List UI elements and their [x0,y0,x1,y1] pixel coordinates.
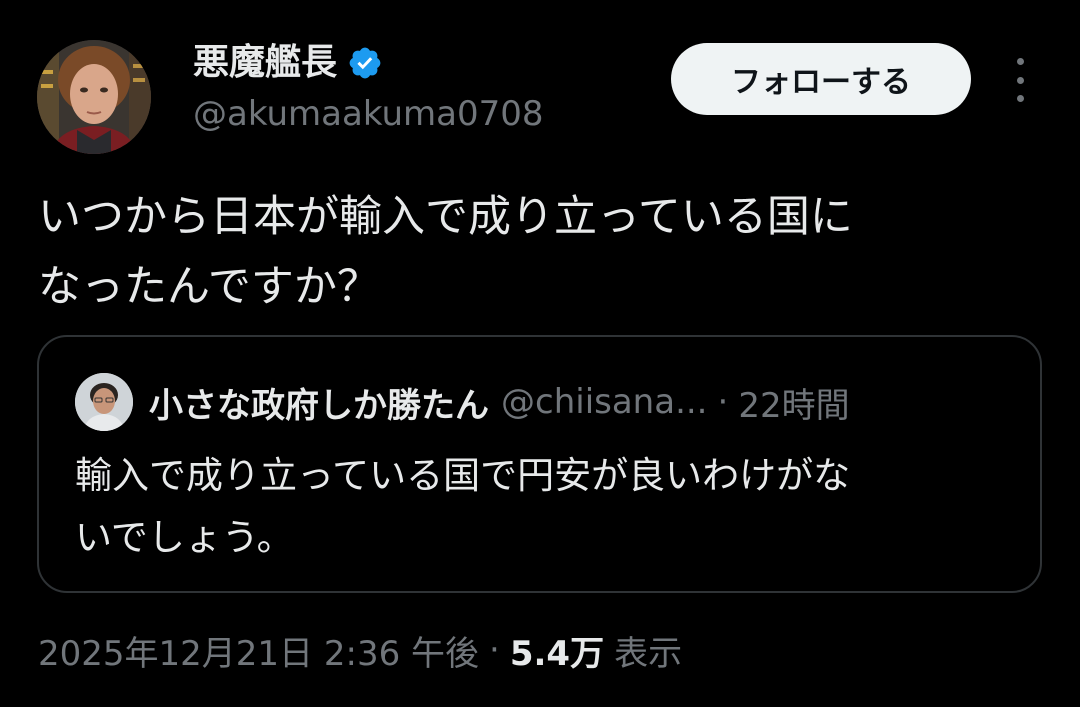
quote-tweet-card[interactable]: 小さな政府しか勝たん @chiisana... · 22時間 輸入で成り立ってい… [37,335,1042,593]
quote-author-name[interactable]: 小さな政府しか勝たん [149,378,489,427]
quote-author-avatar[interactable] [75,373,133,431]
quote-avatar-image [75,373,133,431]
tweet-text-line: いつから日本が輸入で成り立っている国に [38,192,853,242]
tweet-text-line: なったんですか？ [38,262,380,312]
author-display-name[interactable]: 悪魔艦長 [193,40,337,86]
tweet-meta: 2025年12月21日 2:36 午後 · 5.4万 表示 [38,622,682,678]
more-dot [1016,76,1024,84]
verified-badge-icon [349,47,381,79]
author-avatar-image [37,40,151,154]
author-avatar[interactable] [37,40,151,154]
follow-button[interactable]: フォローする [671,43,971,115]
quote-text-line: 輸入で成り立っている国で円安が良いわけがな [75,454,851,497]
more-dot [1016,95,1024,102]
more-vertical-icon[interactable] [1002,58,1038,102]
author-name-row: 悪魔艦長 [193,40,383,86]
meta-separator: · [489,630,500,670]
author-handle[interactable]: @akumaakuma0708 [193,92,544,136]
view-count: 5.4万 [509,633,605,674]
tweet-timestamp[interactable]: 2025年12月21日 2:36 午後 [38,626,479,675]
quote-text: 輸入で成り立っている国で円安が良いわけがな いでしょう。 [75,445,1015,569]
tweet-text: いつから日本が輸入で成り立っている国に なったんですか？ [38,182,1048,322]
quote-text-line: いでしょう。 [75,516,294,559]
quote-timestamp[interactable]: 22時間 [738,378,849,427]
quote-header: 小さな政府しか勝たん @chiisana... · 22時間 [75,369,850,435]
quote-separator: · [717,382,729,422]
more-dot [1016,58,1024,65]
view-label: 表示 [614,633,683,674]
quote-author-handle[interactable]: @chiisana... [501,382,708,422]
